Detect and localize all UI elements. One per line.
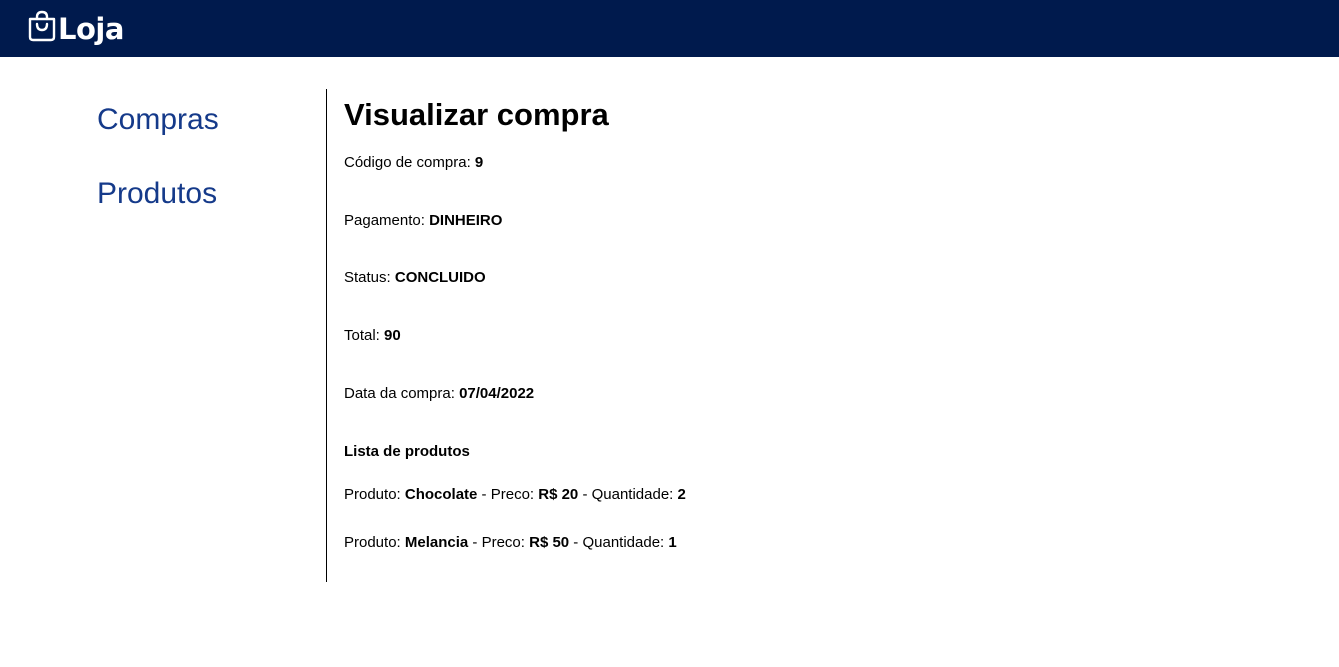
status-row: Status: CONCLUIDO <box>344 269 486 286</box>
shopping-bag-icon <box>27 10 57 42</box>
price-label: - Preco: <box>477 486 539 503</box>
brand-name: Loja <box>58 11 124 46</box>
sidebar-item-produtos[interactable]: Produtos <box>97 177 217 211</box>
price-label: - Preco: <box>468 534 530 551</box>
brand-link[interactable]: Loja <box>27 9 124 46</box>
payment-row: Pagamento: DINHEIRO <box>344 212 502 229</box>
total-value: 90 <box>384 327 401 344</box>
total-row: Total: 90 <box>344 327 401 344</box>
product-name: Chocolate <box>404 486 478 503</box>
product-label: Produto: <box>344 486 405 503</box>
payment-label: Pagamento: <box>344 212 430 229</box>
payment-value: DINHEIRO <box>429 212 503 229</box>
product-quantity: 1 <box>668 534 677 551</box>
product-quantity: 2 <box>677 486 686 503</box>
list-item: Produto: Chocolate - Preco: R$ 20 - Quan… <box>344 486 686 503</box>
quantity-label: - Quantidade: <box>578 486 678 503</box>
top-navbar: Loja <box>0 0 1339 57</box>
status-label: Status: <box>344 269 395 286</box>
status-value: CONCLUIDO <box>394 269 486 286</box>
purchase-date-label: Data da compra: <box>344 385 460 402</box>
total-label: Total: <box>344 327 385 344</box>
purchase-date-row: Data da compra: 07/04/2022 <box>344 385 534 402</box>
vertical-divider <box>326 89 327 582</box>
product-name: Melancia <box>404 534 469 551</box>
purchase-code-label: Código de compra: <box>344 154 475 171</box>
product-price: R$ 20 <box>538 486 579 503</box>
products-heading: Lista de produtos <box>344 443 470 460</box>
quantity-label: - Quantidade: <box>569 534 669 551</box>
list-item: Produto: Melancia - Preco: R$ 50 - Quant… <box>344 534 677 551</box>
sidebar-item-compras[interactable]: Compras <box>97 103 219 137</box>
product-price: R$ 50 <box>529 534 570 551</box>
products-heading-text: Lista de produtos <box>344 443 470 460</box>
product-label: Produto: <box>344 534 405 551</box>
purchase-code-row: Código de compra: 9 <box>344 154 483 171</box>
purchase-date-value: 07/04/2022 <box>459 385 535 402</box>
purchase-code-value: 9 <box>474 154 484 171</box>
page-title: Visualizar compra <box>344 97 609 132</box>
